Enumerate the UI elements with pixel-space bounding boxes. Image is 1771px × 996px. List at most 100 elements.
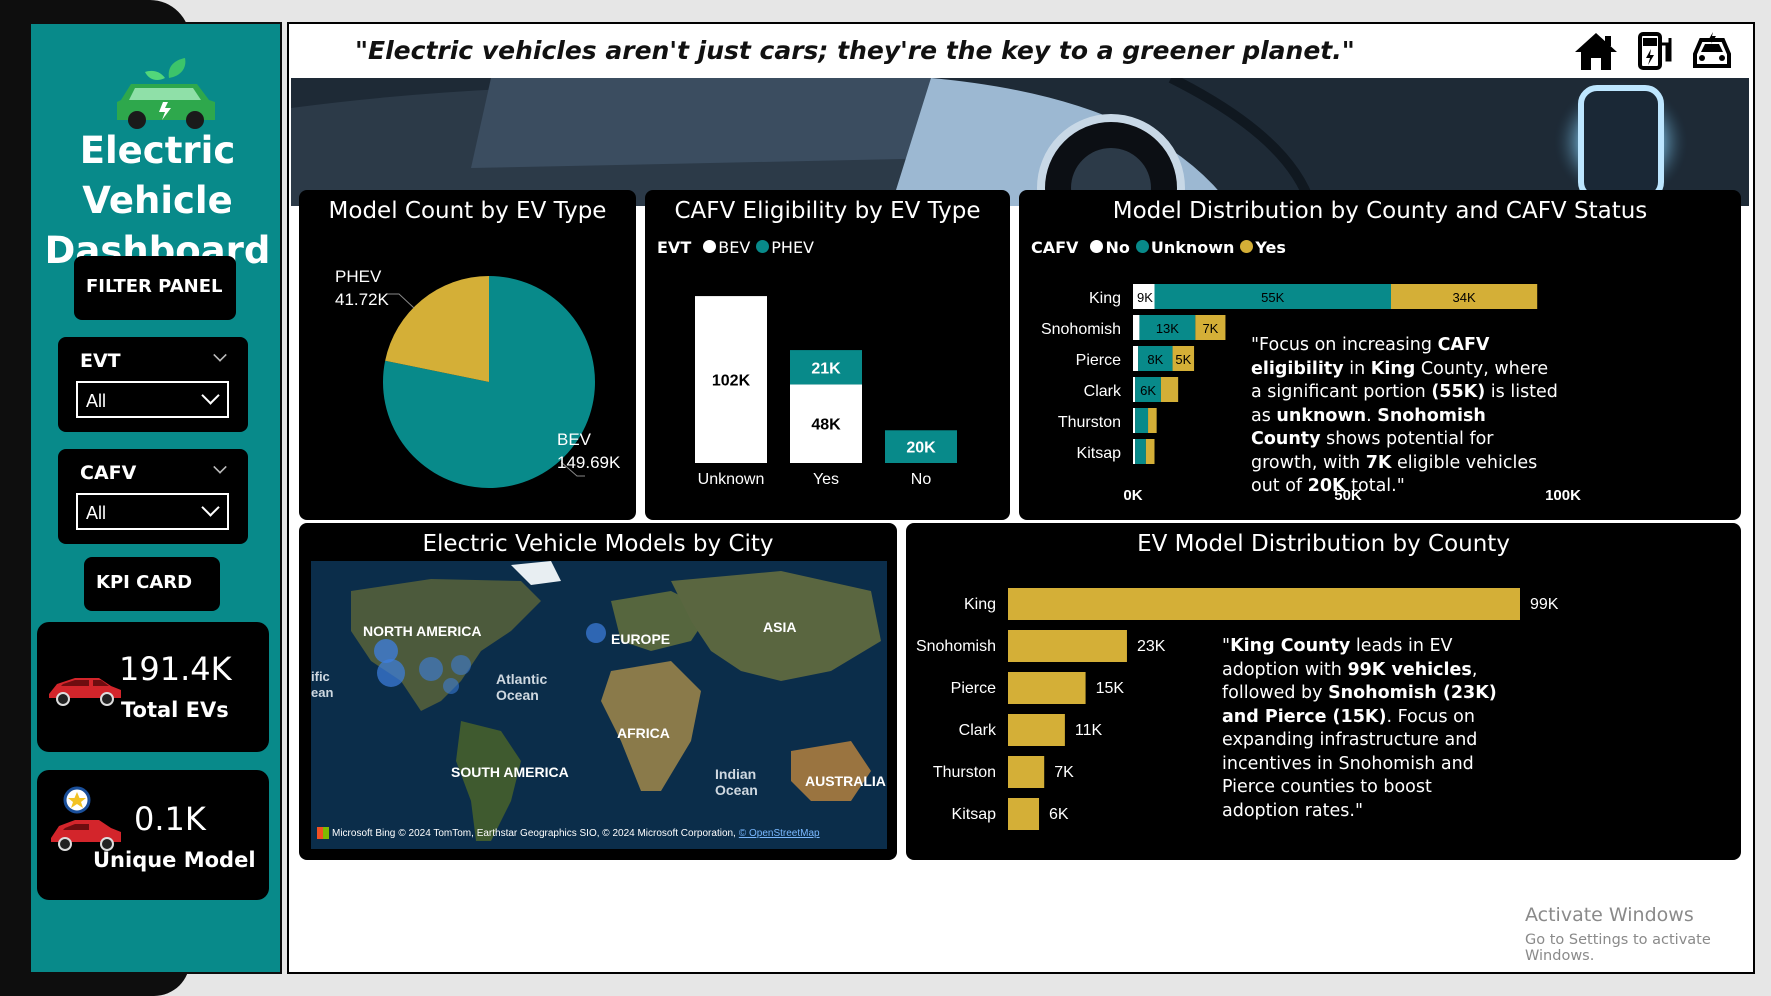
car-star-icon xyxy=(51,786,121,851)
y-tick-label: Thurston xyxy=(933,764,996,781)
openstreetmap-link[interactable]: © OpenStreetMap xyxy=(739,828,820,839)
chevron-down-icon[interactable] xyxy=(213,460,227,474)
ev-logo-icon xyxy=(117,58,215,129)
bar-yes-clark[interactable] xyxy=(1160,377,1179,402)
x-tick-label: 0K xyxy=(1123,487,1142,504)
map-label: SOUTH AMERICA xyxy=(451,764,569,780)
kpi-unique-model: 0.1K Unique Model xyxy=(37,770,269,900)
bar-data-label: 102K xyxy=(712,373,751,390)
filter-panel-label: FILTER PANEL xyxy=(74,256,236,320)
pie-value-bev: 149.69K xyxy=(557,453,621,472)
county-insight-text: "King County leads in EV adoption with 9… xyxy=(1222,636,1497,821)
home-icon[interactable] xyxy=(1573,30,1619,72)
car-icon[interactable] xyxy=(1691,30,1733,72)
evt-slicer[interactable]: EVT All xyxy=(58,337,248,432)
bar-data-label: 9K xyxy=(1137,290,1153,305)
evt-dropdown-value: All xyxy=(86,391,107,411)
kpi-total-evs: 191.4K Total EVs xyxy=(37,622,269,752)
total-evs-caption: Total EVs xyxy=(121,698,229,722)
unique-model-caption: Unique Model xyxy=(93,848,256,872)
legend-title: EVT xyxy=(657,238,692,257)
bar-data-label: 21K xyxy=(811,360,841,377)
evt-slicer-label: EVT xyxy=(80,350,121,372)
map-label: Atlantic Ocean xyxy=(496,671,548,703)
legend-item-no[interactable]: No xyxy=(1090,238,1130,257)
world-map-image xyxy=(311,561,887,849)
map-panel: Electric Vehicle Models by City NORTH AM… xyxy=(299,523,897,860)
bar-data-label: 34K xyxy=(1453,290,1476,305)
bar-yes-kitsap[interactable] xyxy=(1145,439,1155,464)
bar-yes-thurston[interactable] xyxy=(1148,408,1157,433)
map-label: ean xyxy=(311,685,334,700)
pie-label-bev: BEV xyxy=(557,430,592,449)
ev-charger-icon[interactable] xyxy=(1637,30,1673,72)
legend-item-unknown[interactable]: Unknown xyxy=(1135,238,1234,257)
y-tick-label: Kitsap xyxy=(952,806,997,823)
bar-data-label: 7K xyxy=(1054,764,1074,781)
map-label: EUROPE xyxy=(611,631,671,647)
hero-banner-image xyxy=(291,78,1749,206)
bar-unknown-thurston[interactable] xyxy=(1135,408,1149,433)
bar-no-thurston[interactable] xyxy=(1133,408,1136,433)
legend-item-bev[interactable]: BEV xyxy=(703,238,750,257)
legend-title: CAFV xyxy=(1031,238,1079,257)
bar-no-snohomish[interactable] xyxy=(1133,315,1140,340)
pie-chart-panel: Model Count by EV Type PHEV 41.72K BEV 149.… xyxy=(299,190,636,520)
map-label: ific xyxy=(311,669,330,684)
y-tick-label: Snohomish xyxy=(1041,321,1121,338)
map-label: AUSTRALIA xyxy=(805,773,886,789)
bar-snohomish[interactable] xyxy=(1008,630,1127,662)
bar-data-label: 5K xyxy=(1175,352,1191,367)
pie-value-phev: 41.72K xyxy=(335,290,390,309)
y-tick-label: Thurston xyxy=(1058,414,1121,431)
county-cafv-title: Model Distribution by County and CAFV St… xyxy=(1112,198,1648,224)
bar-king[interactable] xyxy=(1008,588,1520,620)
y-tick-label: King xyxy=(1089,290,1121,307)
map-title: Electric Vehicle Models by City xyxy=(422,531,774,557)
county-cafv-insight-text: "Focus on increasing CAFV eligibility in… xyxy=(1251,335,1558,496)
chevron-down-icon[interactable] xyxy=(201,498,220,517)
activate-windows-title: Activate Windows xyxy=(1525,904,1694,926)
bar-kitsap[interactable] xyxy=(1008,798,1040,830)
bar-thurston[interactable] xyxy=(1008,756,1045,788)
world-map[interactable]: NORTH AMERICA EUROPE ASIA Atlantic Ocean… xyxy=(311,561,887,849)
map-credit: Microsoft Bing © 2024 TomTom, Earthstar … xyxy=(317,827,820,839)
legend-item-yes[interactable]: Yes xyxy=(1240,238,1286,257)
bar-no-clark[interactable] xyxy=(1133,377,1136,402)
county-distribution-panel: EV Model Distribution by County King 99K S… xyxy=(906,523,1741,860)
legend-item-phev[interactable]: PHEV xyxy=(756,238,814,257)
bar-clark[interactable] xyxy=(1008,714,1065,746)
y-tick-label: Snohomish xyxy=(916,638,996,655)
cafv-chart-title: CAFV Eligibility by EV Type xyxy=(674,198,981,224)
county-cafv-panel: Model Distribution by County and CAFV St… xyxy=(1019,190,1741,520)
y-tick-label: Pierce xyxy=(1076,352,1121,369)
bar-data-label: 13K xyxy=(1156,321,1179,336)
cafv-dropdown[interactable]: All xyxy=(76,493,229,530)
pie-chart-title: Model Count by EV Type xyxy=(328,198,607,224)
bar-unknown-kitsap[interactable] xyxy=(1135,439,1146,464)
bar-no-pierce[interactable] xyxy=(1133,346,1139,371)
map-label: ASIA xyxy=(763,619,797,635)
bar-pierce[interactable] xyxy=(1008,672,1086,704)
bar-data-label: 11K xyxy=(1075,722,1103,739)
map-label: AFRICA xyxy=(617,725,670,741)
frame-edge xyxy=(0,0,30,996)
evt-dropdown[interactable]: All xyxy=(76,381,229,418)
chevron-down-icon[interactable] xyxy=(201,386,220,405)
cafv-slicer[interactable]: CAFV All xyxy=(58,449,248,544)
bar-data-label: 7K xyxy=(1202,321,1218,336)
pie-leader-line xyxy=(387,293,415,309)
map-label: NORTH AMERICA xyxy=(363,623,482,639)
chevron-down-icon[interactable] xyxy=(213,348,227,362)
nav-icons xyxy=(1573,30,1733,78)
red-car-icon xyxy=(49,678,121,706)
x-tick-label: No xyxy=(911,471,932,488)
kpi-card-label: KPI CARD xyxy=(84,557,220,611)
cafv-bar-chart: 102K Unknown 48K 21K Yes 20K No xyxy=(695,296,957,488)
y-tick-label: Kitsap xyxy=(1077,445,1122,462)
bar-no-kitsap[interactable] xyxy=(1133,439,1136,464)
bar-data-label: 48K xyxy=(811,417,841,434)
bar-data-label: 99K xyxy=(1530,596,1559,613)
x-tick-label: Yes xyxy=(813,471,839,488)
total-evs-value: 191.4K xyxy=(119,650,232,688)
